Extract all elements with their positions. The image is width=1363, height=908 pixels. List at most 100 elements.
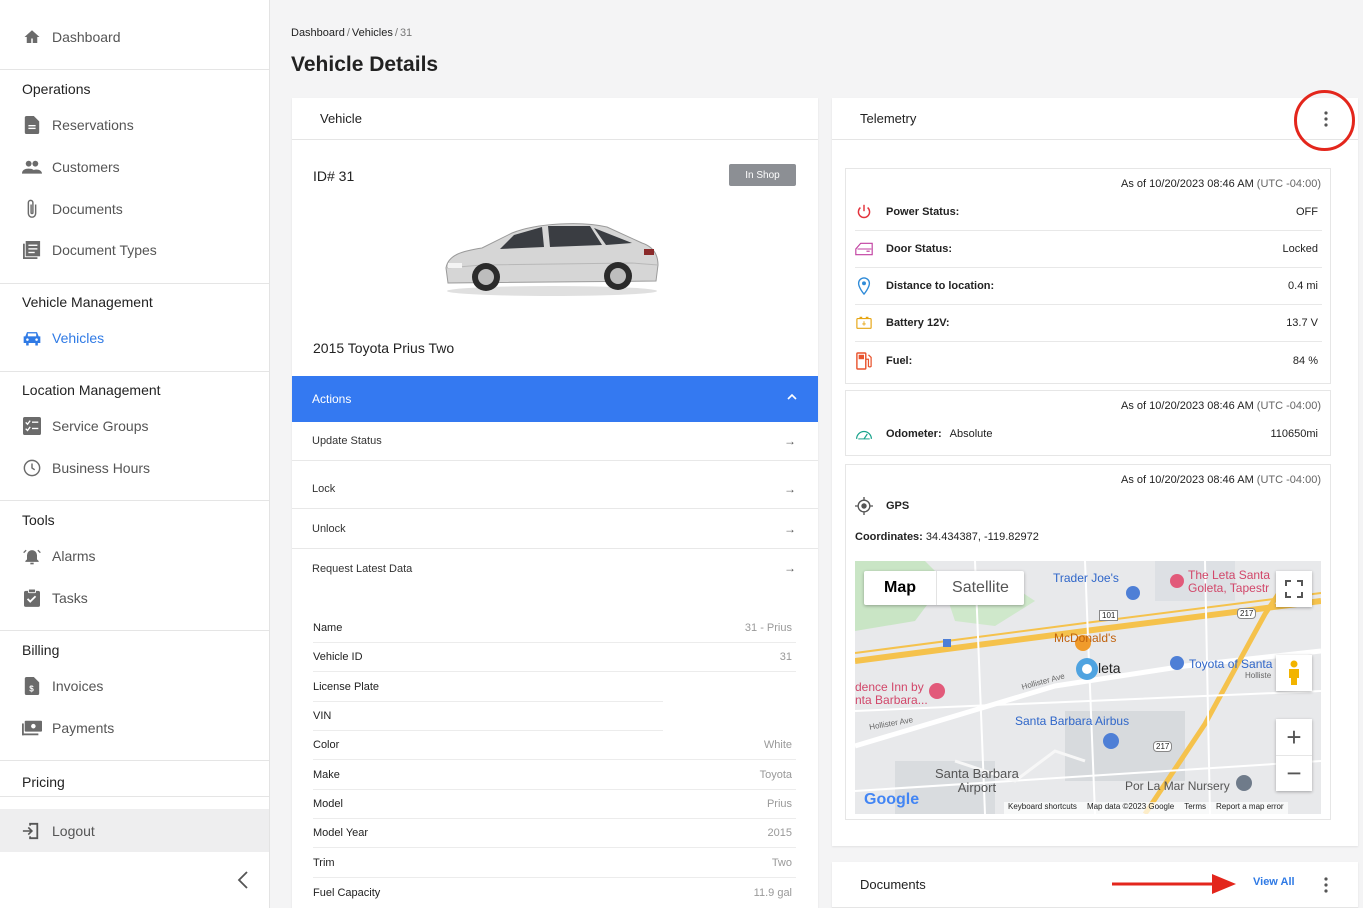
detail-row-make: Make Toyota (313, 761, 796, 790)
map-place-label: leta (1098, 660, 1121, 676)
map-place-label: McDonald's (1054, 631, 1117, 645)
section-location-management: Location Management (22, 382, 161, 398)
detail-label: Vehicle ID (313, 651, 363, 663)
telemetry-label: Fuel: (886, 354, 913, 367)
detail-label: Make (313, 769, 340, 781)
map-place-line: nta Barbara... (855, 693, 928, 707)
terms-link[interactable]: Terms (1184, 802, 1206, 814)
breadcrumb-separator: / (394, 27, 398, 39)
sidebar-item-label: Service Groups (52, 418, 149, 434)
map-place-label: Toyota of Santa (1189, 657, 1273, 671)
battery-icon (855, 314, 873, 332)
sidebar-item-business-hours[interactable]: Business Hours (0, 447, 269, 489)
map-place-line: Goleta, Tapestr (1188, 581, 1270, 595)
collapse-sidebar-button[interactable] (232, 868, 254, 892)
alarm-icon (22, 546, 42, 566)
fullscreen-button[interactable] (1276, 571, 1312, 607)
zoom-out-button[interactable]: − (1276, 755, 1312, 791)
map-tab-map[interactable]: Map (864, 571, 936, 605)
street-view-button[interactable] (1276, 655, 1312, 691)
section-vehicle-management: Vehicle Management (22, 294, 153, 310)
sidebar-item-reservations[interactable]: Reservations (0, 104, 269, 146)
google-logo: Google (864, 791, 920, 808)
sidebar-item-document-types[interactable]: Document Types (0, 229, 269, 271)
report-map-error-link[interactable]: Report a map error (1216, 802, 1284, 814)
sidebar-item-tasks[interactable]: Tasks (0, 577, 269, 619)
logout-button[interactable]: Logout (0, 809, 269, 852)
telemetry-value: OFF (1296, 206, 1318, 218)
documents-more-button[interactable] (1316, 875, 1336, 895)
sidebar-item-alarms[interactable]: Alarms (0, 535, 269, 577)
map-road-label: Holliste (1245, 671, 1272, 680)
action-label: Update Status (312, 435, 382, 447)
payments-icon (22, 718, 42, 738)
detail-value: 31 (779, 651, 792, 663)
home-icon (22, 27, 42, 47)
breadcrumb-vehicles[interactable]: Vehicles (352, 27, 393, 39)
section-tools: Tools (22, 512, 55, 528)
action-lock[interactable]: Lock → (292, 470, 818, 509)
sidebar-item-label: Invoices (52, 678, 104, 694)
sidebar-item-payments[interactable]: Payments (0, 707, 269, 749)
actions-toggle[interactable]: Actions (292, 376, 818, 422)
page-title: Vehicle Details (291, 53, 439, 76)
detail-label: Name (313, 622, 343, 634)
sidebar-item-invoices[interactable]: $ Invoices (0, 665, 269, 707)
more-vertical-icon (1324, 877, 1328, 893)
divider (0, 796, 269, 797)
sidebar-item-service-groups[interactable]: Service Groups (0, 405, 269, 447)
as-of-tz: (UTC -04:00) (1253, 178, 1321, 190)
sidebar-item-label: Dashboard (52, 29, 121, 45)
zoom-in-button[interactable]: + (1276, 719, 1312, 755)
map-footer: Keyboard shortcuts Map data ©2023 Google… (1004, 802, 1288, 814)
as-of-prefix: As of (1121, 178, 1150, 190)
map-place-label: Santa Barbara Airbus (1015, 714, 1130, 728)
vehicle-card-title: Vehicle (320, 111, 362, 126)
sidebar-item-label: Documents (52, 201, 123, 217)
telemetry-label: Odometer: (886, 427, 942, 440)
view-all-documents-link[interactable]: View All (1253, 876, 1295, 888)
telemetry-value: 13.7 V (1286, 317, 1318, 329)
detail-value: Two (771, 857, 792, 869)
map-place-line: Airport (957, 780, 997, 795)
divider (0, 630, 269, 631)
car-icon (22, 328, 42, 348)
map-place-line: dence Inn by (855, 680, 924, 694)
fuel-icon (855, 351, 873, 370)
as-of-tz: (UTC -04:00) (1253, 400, 1321, 412)
as-of-tz: (UTC -04:00) (1253, 474, 1321, 486)
action-request-latest-data[interactable]: Request Latest Data → (292, 549, 818, 588)
as-of-time: 10/20/2023 08:46 AM (1149, 400, 1254, 412)
breadcrumb-current: 31 (399, 27, 413, 39)
sidebar-item-label: Document Types (52, 242, 157, 258)
detail-label: License Plate (313, 681, 380, 693)
fullscreen-icon (1285, 580, 1303, 598)
map-tab-satellite[interactable]: Satellite (936, 571, 1024, 605)
vehicle-card: Vehicle ID# 31 In Shop 2015 Toyota Prius… (292, 98, 818, 908)
highway-shield: 101 (1099, 610, 1119, 621)
door-icon (855, 240, 873, 258)
detail-row-fuel-capacity: Fuel Capacity 11.9 gal (313, 878, 796, 907)
status-telemetry-box: As of 10/20/2023 08:46 AM (UTC -04:00) P… (845, 168, 1331, 384)
sidebar-item-vehicles[interactable]: Vehicles (0, 317, 269, 359)
detail-row-color: Color White (313, 731, 796, 760)
action-unlock[interactable]: Unlock → (292, 510, 818, 549)
detail-row-model: Model Prius (313, 790, 796, 819)
detail-label: VIN (313, 710, 332, 722)
sidebar-item-documents[interactable]: Documents (0, 188, 269, 230)
keyboard-shortcuts-link[interactable]: Keyboard shortcuts (1008, 802, 1077, 814)
annotation-circle (1294, 90, 1355, 151)
invoice-icon: $ (22, 676, 42, 696)
people-icon (22, 157, 42, 177)
sidebar-item-dashboard[interactable]: Dashboard (0, 16, 269, 58)
breadcrumb-dashboard[interactable]: Dashboard (291, 27, 345, 39)
action-label: Lock (312, 483, 336, 495)
action-update-status[interactable]: Update Status → (292, 422, 818, 461)
highway-shield: 217 (1237, 608, 1257, 619)
sidebar-item-customers[interactable]: Customers (0, 146, 269, 188)
detail-label: Color (313, 739, 340, 751)
map[interactable]: Map Satellite + − McDonald's Trader Joe'… (855, 561, 1321, 814)
map-place-label: Santa Barbara Airport (935, 767, 1019, 795)
vehicle-image (445, 223, 659, 296)
section-billing: Billing (22, 642, 60, 658)
